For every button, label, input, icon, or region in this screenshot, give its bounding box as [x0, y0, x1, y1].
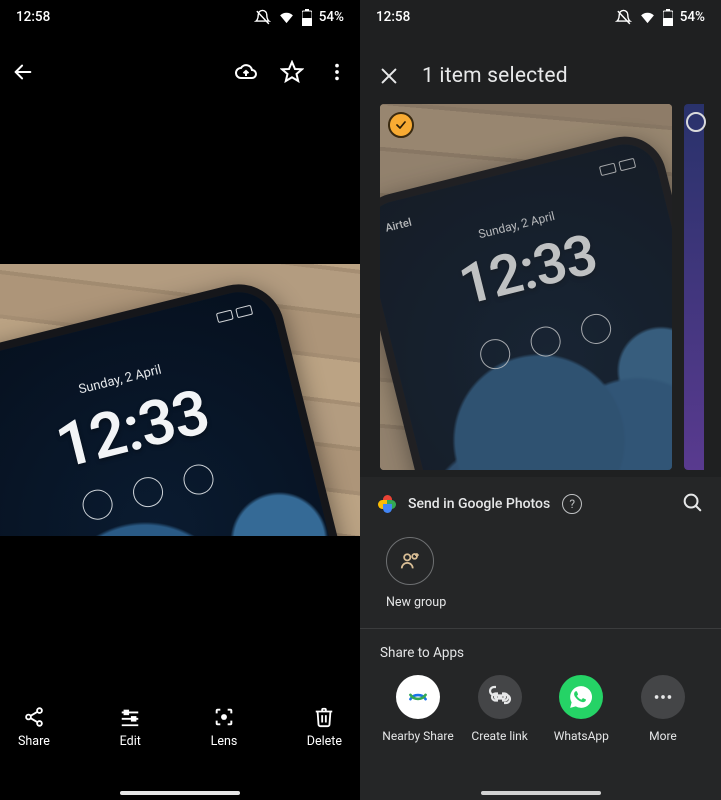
status-icons: 54%: [254, 9, 344, 26]
status-bar: 12:58: [0, 0, 360, 34]
nearby-share-icon: [396, 675, 440, 719]
app-nearby-share[interactable]: Nearby Share: [380, 675, 456, 743]
whatsapp-icon: [559, 675, 603, 719]
edit-label: Edit: [120, 734, 141, 749]
dnd-off-icon: [254, 9, 271, 26]
app-whatsapp-label: WhatsApp: [554, 729, 609, 743]
overflow-menu-button[interactable]: [326, 61, 348, 83]
google-photos-icon: [378, 495, 396, 513]
back-button[interactable]: [12, 61, 34, 83]
new-group-label: New group: [386, 595, 695, 610]
photo-phone-mock: Airtel Sunday, 2 April 12:33: [0, 275, 360, 536]
edit-button[interactable]: Edit: [119, 706, 141, 780]
photo-content[interactable]: Airtel Sunday, 2 April 12:33: [0, 264, 360, 536]
app-more[interactable]: More: [625, 675, 701, 743]
thumb-phone-mock: Airtel Sunday, 2 April 12:33: [380, 128, 672, 470]
selection-thumb-next[interactable]: [684, 104, 704, 470]
lens-label: Lens: [211, 734, 238, 749]
status-icons: 54%: [615, 9, 705, 26]
create-link-icon: [478, 675, 522, 719]
share-label: Share: [18, 734, 50, 749]
selection-strip[interactable]: Airtel Sunday, 2 April 12:33: [380, 104, 721, 470]
app-createlink-label: Create link: [471, 729, 527, 743]
app-nearby-label: Nearby Share: [382, 729, 453, 743]
status-bar: 12:58 54%: [360, 0, 721, 34]
app-create-link[interactable]: Create link: [462, 675, 538, 743]
status-time: 12:58: [16, 9, 50, 25]
battery-icon: [302, 9, 312, 26]
delete-label: Delete: [307, 734, 342, 749]
app-more-label: More: [649, 729, 677, 743]
share-sheet: Send in Google Photos ?: [360, 477, 721, 800]
nav-handle[interactable]: [120, 791, 240, 795]
battery-pct: 54%: [680, 9, 705, 25]
close-button[interactable]: [378, 65, 400, 87]
status-time: 12:58: [376, 9, 410, 25]
delete-button[interactable]: Delete: [307, 706, 342, 780]
selection-header: 1 item selected: [360, 48, 721, 104]
selection-check-icon: [388, 112, 414, 138]
battery-icon: [663, 9, 673, 26]
wifi-icon: [278, 9, 295, 26]
cloud-upload-button[interactable]: [234, 60, 258, 84]
battery-pct: 54%: [319, 9, 344, 25]
new-group-button[interactable]: [386, 537, 434, 585]
app-whatsapp[interactable]: WhatsApp: [543, 675, 619, 743]
new-group-row: New group: [360, 531, 721, 628]
send-in-title: Send in Google Photos: [408, 496, 550, 512]
viewer-bottom-actions: Share Edit Lens: [0, 706, 360, 780]
selection-title: 1 item selected: [422, 64, 568, 88]
viewer-top-bar: [0, 48, 360, 96]
dnd-off-icon: [615, 9, 632, 26]
photo-viewer-screen: 12:58: [0, 0, 360, 800]
help-icon[interactable]: ?: [562, 494, 582, 514]
share-button[interactable]: Share: [18, 706, 50, 780]
more-icon: [641, 675, 685, 719]
share-to-apps-title: Share to Apps: [360, 629, 721, 665]
wifi-icon: [639, 9, 656, 26]
nav-handle[interactable]: [481, 791, 601, 795]
search-button[interactable]: [681, 491, 703, 517]
send-in-google-photos-row: Send in Google Photos ?: [360, 477, 721, 531]
selection-thumb-selected[interactable]: Airtel Sunday, 2 April 12:33: [380, 104, 672, 470]
share-sheet-screen: 12:58 54%: [360, 0, 721, 800]
favorite-button[interactable]: [280, 60, 304, 84]
share-apps-row: Nearby Share: [360, 665, 721, 743]
lens-button[interactable]: Lens: [211, 706, 238, 780]
mock-carrier: Airtel: [0, 370, 1, 389]
